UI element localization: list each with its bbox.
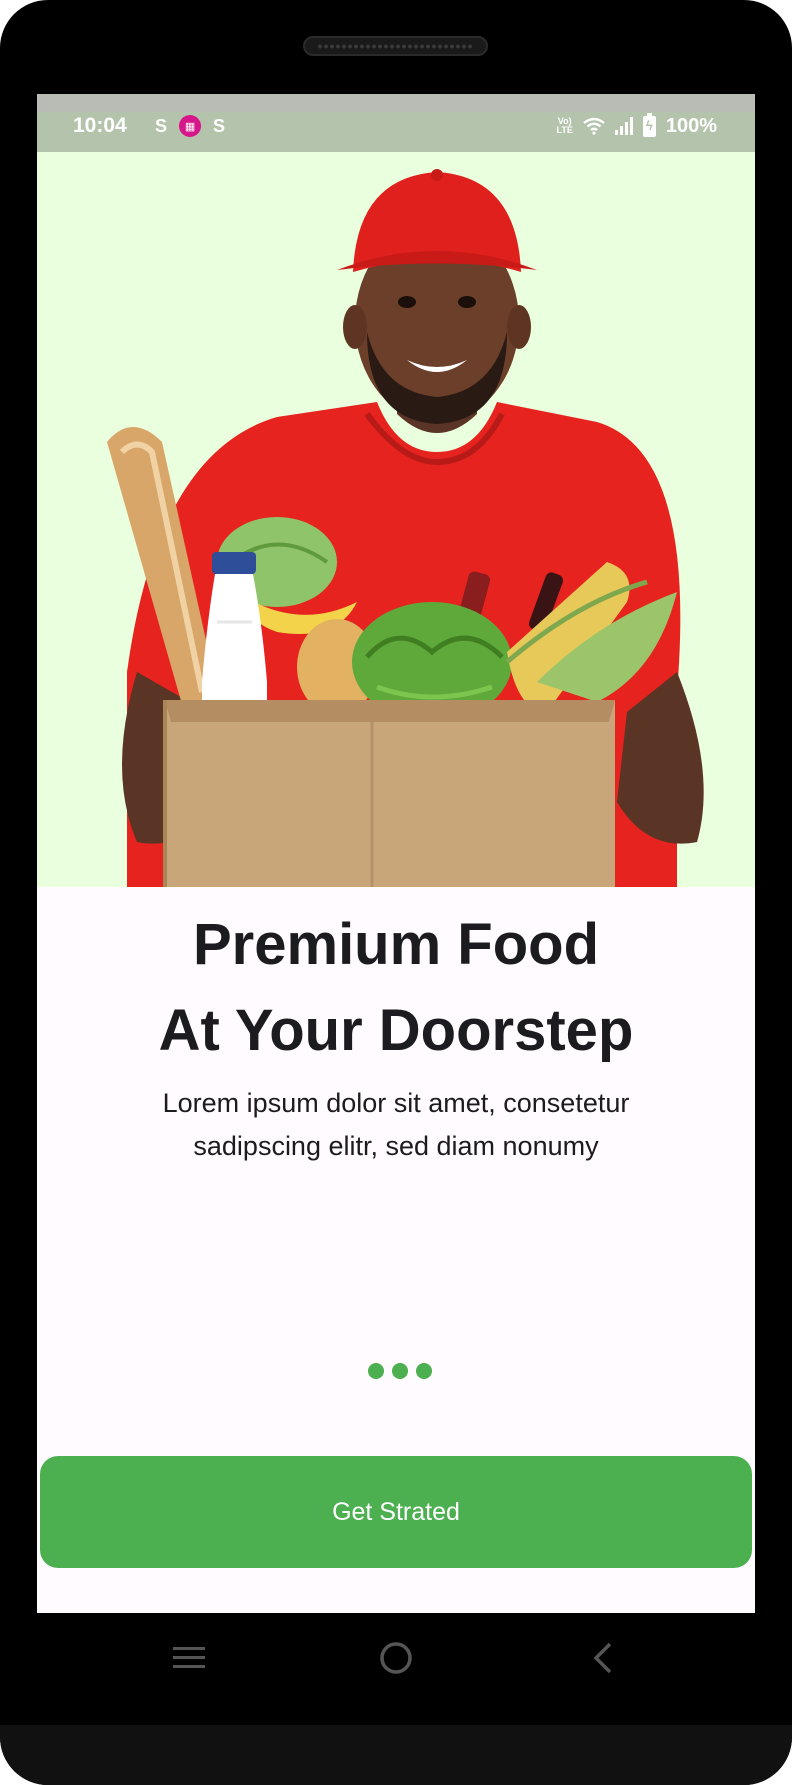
onboarding-title: Premium Food At Your Doorstep <box>37 902 755 1074</box>
status-bar: 10:04 S ▦ S Vo) LTE ϟ 100% <box>37 94 755 152</box>
home-icon[interactable] <box>371 1633 421 1683</box>
title-line-1: Premium Food <box>192 912 600 977</box>
signal-icon <box>614 117 633 135</box>
battery-charging-icon <box>642 112 656 137</box>
system-navigation-bar <box>0 1613 792 1703</box>
phone-frame: 10:04 S ▦ S Vo) LTE ϟ 100% Premium Food … <box>0 0 792 1785</box>
system-icons: Vo) LTE 100% <box>556 112 717 140</box>
page-dot[interactable] <box>368 1363 384 1379</box>
volte-icon: Vo) LTE <box>556 116 573 135</box>
app-screen: 10:04 S ▦ S Vo) LTE ϟ 100% Premium Food … <box>37 94 755 1613</box>
notification-s-icon: S <box>155 116 168 136</box>
calendar-app-icon: ▦ <box>179 115 202 137</box>
device-bottom-bezel <box>0 1725 792 1785</box>
back-icon[interactable] <box>578 1633 628 1683</box>
get-started-button[interactable]: Get Strated <box>40 1456 752 1568</box>
page-dot[interactable] <box>392 1363 408 1379</box>
battery-percent: 100% <box>665 114 717 137</box>
hero-image <box>37 152 755 887</box>
earpiece-speaker <box>303 36 488 56</box>
notification-s-icon: S <box>213 116 226 136</box>
onboarding-description: Lorem ipsum dolor sit amet, consetetur s… <box>162 1088 630 1161</box>
delivery-man-illustration <box>107 169 704 887</box>
notification-icons: S ▦ S <box>155 112 225 140</box>
wifi-icon <box>583 117 605 135</box>
page-dot[interactable] <box>416 1363 432 1379</box>
title-line-2: At Your Doorstep <box>158 998 634 1063</box>
status-time: 10:04 <box>73 114 127 137</box>
page-indicator <box>37 1363 755 1379</box>
recents-icon[interactable] <box>164 1633 214 1683</box>
